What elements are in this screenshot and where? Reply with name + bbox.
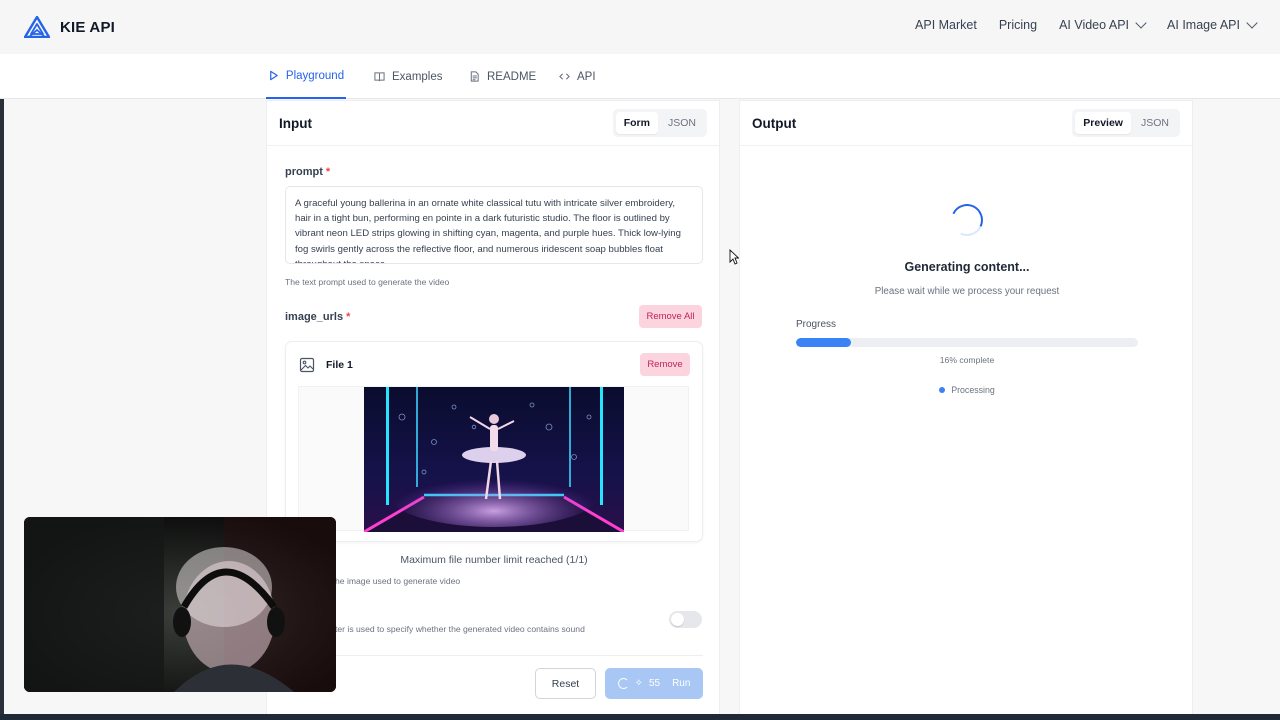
webcam-feed: [24, 517, 336, 692]
image-preview-frame: [298, 386, 689, 532]
sparkle-icon: ✧: [634, 678, 643, 689]
progress-bar-fill: [796, 338, 851, 347]
sound-help: ter is used to specify whether the gener…: [335, 624, 585, 634]
top-nav: API Market Pricing AI Video API AI Image…: [915, 17, 1258, 32]
code-icon: [559, 73, 570, 80]
window-edge: [0, 0, 4, 720]
document-icon: [470, 71, 479, 82]
tab-api-label: API: [577, 70, 596, 83]
prompt-label: prompt *: [285, 166, 330, 178]
loading-spinner-icon: [617, 678, 629, 689]
chevron-down-icon: [1135, 17, 1147, 29]
generating-title: Generating content...: [904, 260, 1030, 274]
tab-examples-label: Examples: [392, 70, 443, 83]
processing-label: Processing: [951, 385, 995, 395]
tab-examples[interactable]: Examples: [374, 54, 443, 99]
tab-playground-label: Playground: [285, 69, 345, 82]
nav-ai-image-api[interactable]: AI Image API: [1167, 17, 1258, 32]
file-title: File 1: [326, 359, 353, 371]
input-mode-form[interactable]: Form: [615, 112, 658, 134]
output-mode-toggle: Preview JSON: [1072, 109, 1180, 137]
prompt-help: The text prompt used to generate the vid…: [285, 277, 450, 287]
book-icon: [374, 72, 385, 82]
play-icon: [270, 70, 278, 81]
brand-name: KIE API: [60, 18, 116, 36]
image-urls-label: image_urls *: [285, 311, 350, 323]
nav-pricing-label: Pricing: [998, 18, 1038, 32]
nav-api-market-label: API Market: [915, 18, 977, 32]
tab-readme[interactable]: README: [469, 54, 536, 99]
image-icon: [299, 357, 315, 373]
nav-ai-video-api[interactable]: AI Video API: [1059, 17, 1147, 32]
image-urls-label-text: image_urls: [285, 311, 344, 323]
chevron-down-icon: [1246, 17, 1258, 29]
loading-spinner-icon: [946, 199, 988, 241]
required-mark: *: [346, 311, 351, 323]
input-title: Input: [279, 115, 312, 131]
output-panel: Output Preview JSON Generating content..…: [739, 100, 1193, 720]
tab-api[interactable]: API: [559, 54, 596, 99]
status-dot-icon: [939, 387, 946, 393]
reset-button[interactable]: Reset: [535, 668, 596, 699]
top-header: KIE API API Market Pricing AI Video API …: [0, 0, 1280, 54]
nav-ai-image-api-label: AI Image API: [1167, 18, 1240, 32]
run-label: Run: [672, 678, 691, 689]
output-mode-preview[interactable]: Preview: [1075, 112, 1131, 134]
file-card: File 1 Remove: [285, 341, 703, 542]
processing-status: Processing: [740, 385, 1194, 395]
divider: [285, 655, 703, 656]
tab-readme-label: README: [487, 70, 537, 83]
kie-logo-icon: [24, 16, 50, 38]
input-mode-json[interactable]: JSON: [660, 112, 704, 134]
ballerina-image-thumbnail: [364, 387, 624, 532]
run-cost: 55: [648, 678, 661, 689]
progress-bar: [796, 338, 1138, 347]
nav-ai-video-api-label: AI Video API: [1059, 18, 1130, 32]
playground-tabs: Playground Examples README API: [0, 54, 1280, 99]
generating-subtitle: Please wait while we process your reques…: [874, 286, 1060, 297]
sound-toggle[interactable]: [669, 611, 702, 628]
prompt-textarea[interactable]: A graceful young ballerina in an ornate …: [285, 186, 703, 264]
nav-pricing[interactable]: Pricing: [999, 18, 1037, 32]
tab-playground[interactable]: Playground: [266, 54, 346, 99]
remove-all-button[interactable]: Remove All: [639, 305, 702, 328]
remove-file-button[interactable]: Remove: [640, 353, 690, 376]
webcam-overlay: [24, 517, 336, 692]
output-mode-json[interactable]: JSON: [1133, 112, 1177, 134]
taskbar-edge: [0, 714, 1280, 720]
progress-label: Progress: [796, 319, 837, 330]
input-mode-toggle: Form JSON: [612, 109, 707, 137]
image-urls-help: he image used to generate video: [335, 576, 461, 586]
output-panel-header: Output Preview JSON: [740, 101, 1192, 146]
nav-api-market[interactable]: API Market: [915, 18, 977, 32]
output-title: Output: [752, 115, 797, 131]
required-mark: *: [325, 166, 331, 178]
run-button[interactable]: ✧ 55 Run: [605, 668, 703, 699]
prompt-label-text: prompt: [285, 166, 323, 178]
brand[interactable]: KIE API: [24, 16, 115, 38]
input-panel-header: Input Form JSON: [267, 101, 719, 146]
progress-percent-text: 16% complete: [939, 355, 995, 365]
mouse-cursor-icon: [729, 249, 739, 265]
